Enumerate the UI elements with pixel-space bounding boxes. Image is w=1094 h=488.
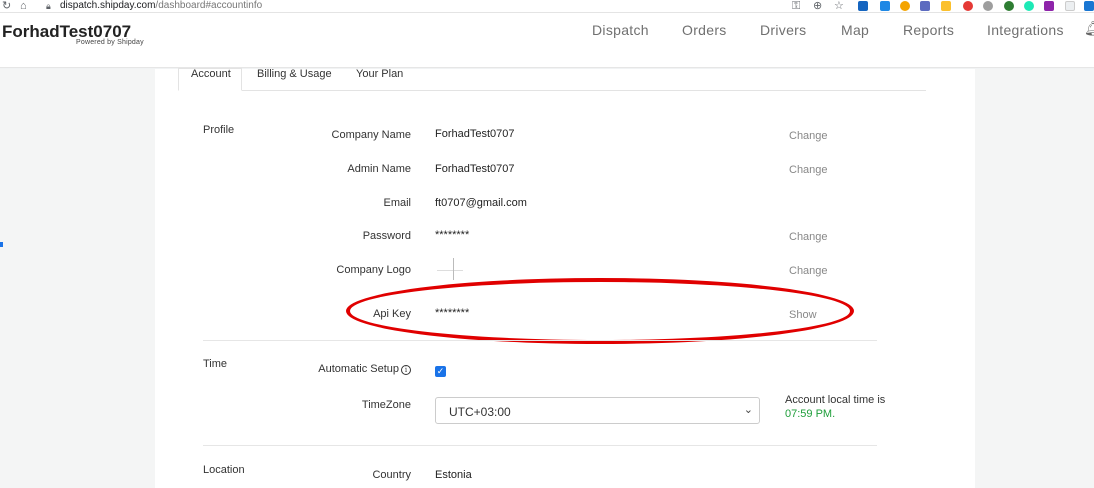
tab-your-plan[interactable]: Your Plan (356, 68, 403, 90)
account-local-time: Account local time is 07:59 PM. (785, 394, 886, 420)
automatic-setup-label: Automatic Setup i (318, 363, 411, 375)
password-label: Password (362, 230, 411, 242)
extension-icon-8[interactable] (1004, 1, 1014, 11)
tab-billing-usage[interactable]: Billing & Usage (257, 68, 332, 90)
reload-icon[interactable]: ↻ (2, 0, 11, 12)
extension-icon-10[interactable] (1044, 1, 1054, 11)
company-logo-label: Company Logo (336, 264, 411, 276)
nav-map[interactable]: Map (841, 22, 869, 38)
location-section-title: Location (203, 464, 245, 476)
brand-tagline: Powered by Shipday (76, 39, 144, 46)
nav-dispatch[interactable]: Dispatch (592, 22, 649, 38)
bell-icon[interactable]: 🔔︎ (1084, 20, 1094, 37)
sidebar-active-marker (0, 242, 3, 247)
nav-reports[interactable]: Reports (903, 22, 954, 38)
extension-icon-12[interactable] (1084, 1, 1094, 11)
lock-icon[interactable]: 🔒︎ (46, 0, 51, 12)
company-name-change-link[interactable]: Change (789, 130, 828, 142)
extension-icon-6[interactable] (963, 1, 973, 11)
section-divider (203, 445, 877, 446)
extension-icon-2[interactable] (880, 1, 890, 11)
api-key-show-link[interactable]: Show (789, 309, 817, 321)
account-card (155, 69, 975, 488)
left-sidebar (0, 69, 155, 488)
timezone-select[interactable]: UTC+03:00 ⌄ (435, 397, 760, 424)
extension-icon-7[interactable] (983, 1, 993, 11)
admin-name-value: ForhadTest0707 (435, 163, 515, 175)
nav-orders[interactable]: Orders (682, 22, 727, 38)
info-icon[interactable]: i (401, 365, 411, 375)
nav-drivers[interactable]: Drivers (760, 22, 806, 38)
tab-divider (178, 90, 926, 91)
bookmark-star-icon[interactable]: ☆ (834, 0, 844, 12)
automatic-setup-checkbox[interactable]: ✓ (435, 366, 446, 377)
home-icon[interactable]: ⌂ (20, 0, 27, 12)
email-label: Email (383, 197, 411, 209)
password-value: ******** (435, 229, 470, 241)
extension-icon-3[interactable] (900, 1, 910, 11)
extension-icon-11[interactable] (1065, 1, 1075, 11)
admin-name-change-link[interactable]: Change (789, 164, 828, 176)
password-change-link[interactable]: Change (789, 231, 828, 243)
right-margin (975, 69, 1094, 488)
extension-icon-4[interactable] (920, 1, 930, 11)
extension-icon-1[interactable] (858, 1, 868, 11)
country-value: Estonia (435, 469, 472, 481)
time-section-title: Time (203, 358, 228, 370)
address-bar[interactable]: dispatch.shipday.com/dashboard#accountin… (60, 0, 262, 12)
local-time-value: 07:59 PM. (785, 408, 836, 420)
profile-section-title: Profile (203, 124, 235, 136)
company-name-label: Company Name (331, 129, 411, 141)
timezone-label: TimeZone (361, 399, 411, 411)
browser-toolbar: ↻ ⌂ 🔒︎ dispatch.shipday.com/dashboard#ac… (0, 0, 1094, 13)
company-logo-image (437, 258, 463, 280)
country-label: Country (372, 469, 411, 481)
email-value: ft0707@gmail.com (435, 197, 527, 209)
company-logo-change-link[interactable]: Change (789, 265, 828, 277)
tab-account[interactable]: Account (178, 68, 242, 91)
company-name-value: ForhadTest0707 (435, 128, 515, 140)
extension-icon-9[interactable] (1024, 1, 1034, 11)
api-key-value: ******** (435, 307, 470, 319)
timezone-selected-value: UTC+03:00 (449, 405, 511, 419)
extension-icon-5[interactable] (941, 1, 951, 11)
key-icon[interactable]: ⚿ (792, 0, 800, 12)
api-key-label: Api Key (373, 308, 411, 320)
zoom-icon[interactable]: ⊕ (813, 0, 822, 12)
nav-integrations[interactable]: Integrations (987, 22, 1064, 38)
admin-name-label: Admin Name (347, 163, 411, 175)
section-divider (203, 340, 877, 341)
chevron-down-icon: ⌄ (743, 404, 753, 416)
